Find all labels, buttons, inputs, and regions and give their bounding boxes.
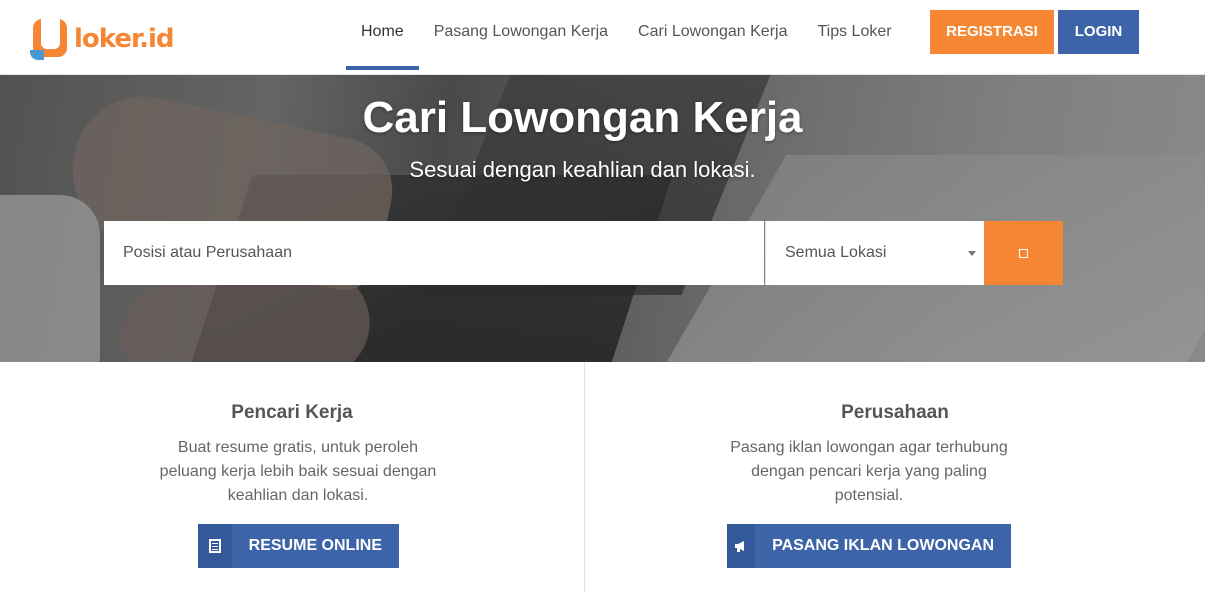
- job-seeker-title: Pencari Kerja: [231, 402, 353, 423]
- resume-online-button[interactable]: RESUME ONLINE: [198, 524, 399, 568]
- logo[interactable]: loker.id: [30, 15, 175, 63]
- resume-online-label: RESUME ONLINE: [248, 537, 382, 554]
- search-icon: [1019, 249, 1028, 258]
- post-job-ad-button[interactable]: PASANG IKLAN LOWONGAN: [727, 524, 1011, 568]
- company-title: Perusahaan: [841, 402, 949, 423]
- company-description: Pasang iklan lowongan agar terhubung den…: [730, 439, 1008, 504]
- logo-text: loker.id: [74, 24, 175, 54]
- job-seeker-panel: Pencari Kerja Buat resume gratis, untuk …: [0, 362, 584, 592]
- location-select[interactable]: Semua Lokasi: [765, 221, 984, 285]
- main-nav: Home Pasang Lowongan Kerja Cari Lowongan…: [346, 0, 907, 75]
- document-icon: [198, 524, 232, 568]
- nav-item-post-job[interactable]: Pasang Lowongan Kerja: [419, 0, 623, 70]
- job-seeker-description: Buat resume gratis, untuk peroleh peluan…: [159, 439, 437, 504]
- register-button[interactable]: REGISTRASI: [930, 10, 1054, 54]
- nav-item-home[interactable]: Home: [346, 0, 419, 70]
- search-input[interactable]: [104, 221, 764, 285]
- nav-item-find-job[interactable]: Cari Lowongan Kerja: [623, 0, 802, 70]
- logo-mark-icon: [30, 16, 72, 62]
- hero-subtitle: Sesuai dengan keahlian dan lokasi.: [409, 157, 756, 182]
- search-button[interactable]: [984, 221, 1063, 285]
- hero-title: Cari Lowongan Kerja: [362, 93, 803, 142]
- megaphone-icon: [727, 524, 756, 568]
- hero-banner: Cari Lowongan Kerja Sesuai dengan keahli…: [0, 75, 1205, 362]
- nav-item-tips[interactable]: Tips Loker: [802, 0, 906, 70]
- caret-down-icon: [968, 251, 976, 256]
- post-job-ad-label: PASANG IKLAN LOWONGAN: [772, 537, 994, 554]
- company-panel: Perusahaan Pasang iklan lowongan agar te…: [585, 362, 1205, 592]
- site-header: loker.id Home Pasang Lowongan Kerja Cari…: [0, 0, 1205, 75]
- login-button[interactable]: LOGIN: [1058, 10, 1139, 54]
- location-select-value: Semua Lokasi: [785, 244, 887, 261]
